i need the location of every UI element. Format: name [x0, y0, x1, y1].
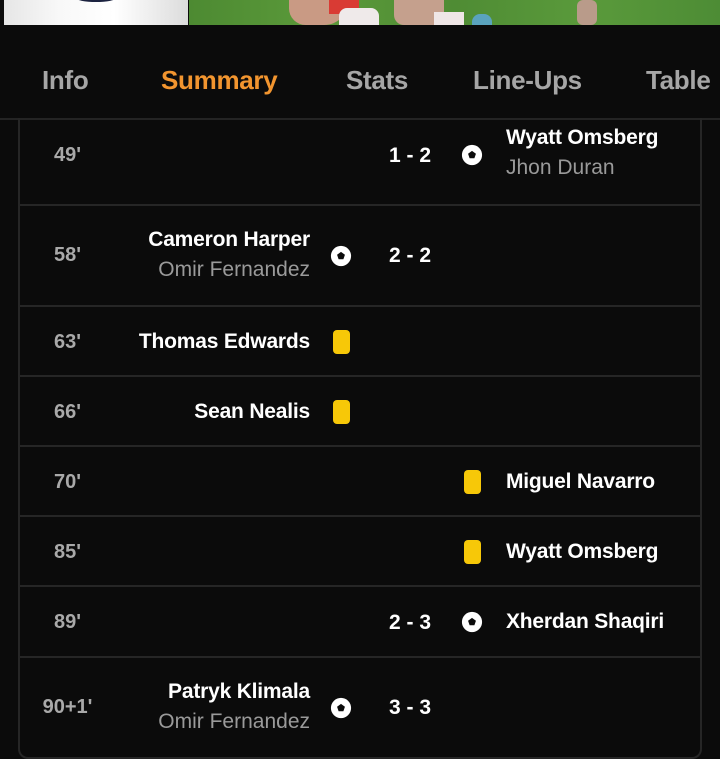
assist-name: Omir Fernandez [158, 710, 310, 733]
event-row: 85' Wyatt Omsberg [20, 517, 700, 587]
event-minute: 90+1' [42, 696, 93, 718]
player-name: Xherdan Shaqiri [506, 610, 665, 633]
player-name: Wyatt Omsberg [506, 540, 659, 563]
event-minute: 85' [53, 541, 81, 563]
soccer-ball-icon [330, 697, 352, 719]
event-minute: 66' [53, 401, 81, 423]
match-photo [189, 0, 720, 25]
event-row: 66' Sean Nealis [20, 377, 700, 447]
tab-line-ups[interactable]: Line-Ups [473, 65, 582, 96]
yellow-card-icon [464, 470, 481, 494]
player-name: Sean Nealis [194, 400, 310, 423]
yellow-card-icon [464, 540, 481, 564]
player-name: Miguel Navarro [506, 470, 655, 493]
tab-stats[interactable]: Stats [346, 65, 408, 96]
event-row: 70' Miguel Navarro [20, 447, 700, 517]
event-home-player: Thomas Edwards [139, 330, 310, 354]
team-logo-image [4, 0, 188, 25]
tab-info[interactable]: Info [42, 65, 89, 96]
event-away-player: Xherdan Shaqiri [506, 610, 664, 634]
event-home-player: Cameron Harper Omir Fernandez [148, 228, 310, 282]
event-row: 49' 1 - 2 Wyatt Omsberg Jhon Duran [20, 120, 700, 206]
match-tabs: Info Summary Stats Line-Ups Table [0, 48, 720, 118]
event-home-player: Patryk Klimala Omir Fernandez [158, 680, 310, 734]
event-score: 1 - 2 [388, 144, 432, 167]
event-minute: 70' [53, 471, 81, 493]
event-score: 3 - 3 [388, 696, 432, 719]
player-name: Thomas Edwards [138, 330, 310, 353]
tab-table[interactable]: Table [646, 65, 711, 96]
yellow-card-icon [333, 330, 350, 354]
event-minute: 63' [53, 331, 81, 353]
event-row: 90+1' Patryk Klimala Omir Fernandez 3 - … [20, 658, 700, 757]
event-away-player: Wyatt Omsberg [506, 540, 658, 564]
soccer-ball-icon [461, 144, 483, 166]
tab-summary[interactable]: Summary [161, 65, 278, 96]
event-row: 63' Thomas Edwards [20, 307, 700, 377]
event-minute: 58' [53, 244, 81, 266]
player-name: Cameron Harper [148, 228, 310, 251]
event-minute: 89' [53, 611, 81, 633]
match-header-image [0, 0, 720, 25]
event-score: 2 - 2 [388, 244, 432, 267]
event-minute: 49' [53, 144, 81, 166]
yellow-card-icon [333, 400, 350, 424]
soccer-ball-icon [330, 245, 352, 267]
player-name: Wyatt Omsberg [506, 126, 659, 149]
event-row: 89' 2 - 3 Xherdan Shaqiri [20, 587, 700, 658]
event-row: 58' Cameron Harper Omir Fernandez 2 - 2 [20, 206, 700, 307]
assist-name: Omir Fernandez [158, 258, 310, 281]
event-away-player: Wyatt Omsberg Jhon Duran [506, 126, 658, 180]
event-home-player: Sean Nealis [194, 400, 310, 424]
player-name: Patryk Klimala [168, 680, 310, 703]
assist-name: Jhon Duran [506, 156, 615, 179]
event-score: 2 - 3 [388, 611, 432, 634]
soccer-ball-icon [461, 611, 483, 633]
event-away-player: Miguel Navarro [506, 470, 655, 494]
